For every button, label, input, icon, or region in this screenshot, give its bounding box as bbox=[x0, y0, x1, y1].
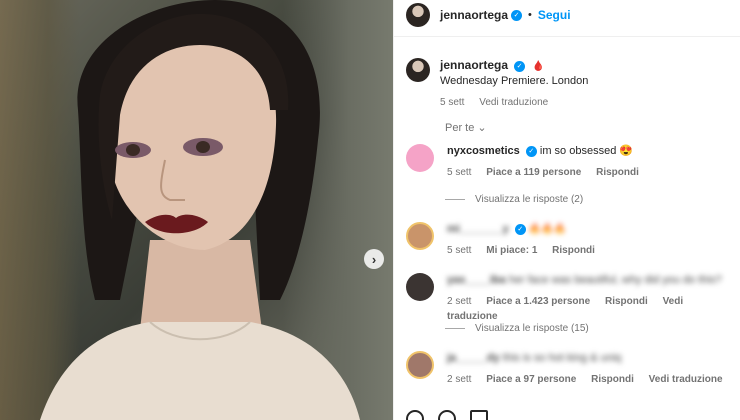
comment-time[interactable]: 2 sett bbox=[447, 296, 471, 307]
comment-likes[interactable]: Piace a 119 persone bbox=[486, 167, 581, 178]
verified-badge-icon: ✓ bbox=[514, 60, 526, 72]
view-replies-button[interactable]: Visualizza le risposte (2) bbox=[445, 194, 583, 205]
follow-button[interactable]: Segui bbox=[538, 8, 571, 22]
caption-time[interactable]: 5 sett bbox=[440, 97, 464, 108]
author-username[interactable]: jennaortega bbox=[440, 8, 508, 22]
comment-text: her face was beautiful, why did you do t… bbox=[508, 274, 722, 286]
post-photo[interactable]: › bbox=[0, 0, 393, 420]
view-replies-label: Visualizza le risposte (15) bbox=[475, 323, 589, 334]
comment-item: nyxcosmetics ✓ im so obsessed 😍 5 sett P… bbox=[406, 144, 736, 180]
reply-button[interactable]: Rispondi bbox=[591, 374, 634, 385]
commenter-avatar[interactable] bbox=[406, 351, 434, 379]
reply-button[interactable]: Rispondi bbox=[605, 296, 648, 307]
comment-likes[interactable]: Piace a 97 persone bbox=[486, 374, 576, 385]
commenter-avatar[interactable] bbox=[406, 273, 434, 301]
comment-time[interactable]: 2 sett bbox=[447, 374, 471, 385]
action-bar bbox=[406, 410, 488, 420]
drop-of-blood-emoji: 🩸 bbox=[532, 61, 545, 72]
share-icon[interactable] bbox=[470, 410, 488, 420]
see-translation-link[interactable]: Vedi traduzione bbox=[649, 374, 723, 385]
view-replies-button[interactable]: Visualizza le risposte (15) bbox=[445, 323, 589, 334]
commenter-username[interactable]: yas____iba bbox=[447, 274, 506, 286]
comment-item: ja_____dy this is so hot king & uniq 2 s… bbox=[406, 351, 736, 387]
comment-item: yas____iba her face was beautiful, why d… bbox=[406, 273, 736, 324]
portrait-illustration bbox=[40, 0, 360, 420]
caption-username[interactable]: jennaortega bbox=[440, 58, 508, 72]
see-translation-link[interactable]: Vedi traduzione bbox=[479, 97, 548, 108]
post-header: jennaortega ✓ • Segui bbox=[394, 0, 740, 30]
commenter-username[interactable]: ja_____dy bbox=[447, 352, 500, 364]
next-photo-button[interactable]: › bbox=[364, 249, 384, 269]
separator-dot: • bbox=[528, 9, 532, 21]
commenter-avatar[interactable] bbox=[406, 144, 434, 172]
replies-line bbox=[445, 199, 465, 200]
commenter-username[interactable]: nyxcosmetics bbox=[447, 145, 520, 157]
sort-comments-dropdown[interactable]: Per te ⌄ bbox=[445, 121, 487, 134]
verified-badge-icon: ✓ bbox=[525, 145, 537, 157]
post-caption: jennaortega ✓ 🩸 Wednesday Premiere. Lond… bbox=[406, 58, 726, 110]
comment-text: im so obsessed 😍 bbox=[539, 145, 634, 157]
commenter-avatar[interactable] bbox=[406, 222, 434, 250]
reply-button[interactable]: Rispondi bbox=[596, 167, 639, 178]
heart-icon[interactable] bbox=[406, 410, 424, 420]
commenter-username[interactable]: mi_______y bbox=[447, 223, 509, 235]
post-panel: jennaortega ✓ • Segui jennaortega ✓ 🩸 We… bbox=[393, 0, 740, 420]
comment-text: this is so hot king & uniq bbox=[502, 352, 622, 364]
comment-icon[interactable] bbox=[438, 410, 456, 420]
comment-time[interactable]: 5 sett bbox=[447, 167, 471, 178]
caption-avatar[interactable] bbox=[406, 58, 430, 82]
view-replies-label: Visualizza le risposte (2) bbox=[475, 194, 584, 205]
header-divider bbox=[394, 36, 740, 37]
comment-likes[interactable]: Mi piace: 1 bbox=[486, 245, 537, 256]
chevron-right-icon: › bbox=[371, 251, 377, 267]
author-avatar[interactable] bbox=[406, 3, 430, 27]
caption-text: Wednesday Premiere. London bbox=[440, 75, 589, 87]
comment-likes[interactable]: Piace a 1.423 persone bbox=[486, 296, 590, 307]
verified-badge-icon: ✓ bbox=[511, 9, 523, 21]
reply-button[interactable]: Rispondi bbox=[552, 245, 595, 256]
comment-item: mi_______y ✓ 🔥🔥🔥 5 sett Mi piace: 1 Risp… bbox=[406, 222, 736, 258]
comment-time[interactable]: 5 sett bbox=[447, 245, 471, 256]
comment-text: 🔥🔥🔥 bbox=[528, 224, 567, 235]
verified-badge-icon: ✓ bbox=[514, 223, 526, 235]
replies-line bbox=[445, 328, 465, 329]
